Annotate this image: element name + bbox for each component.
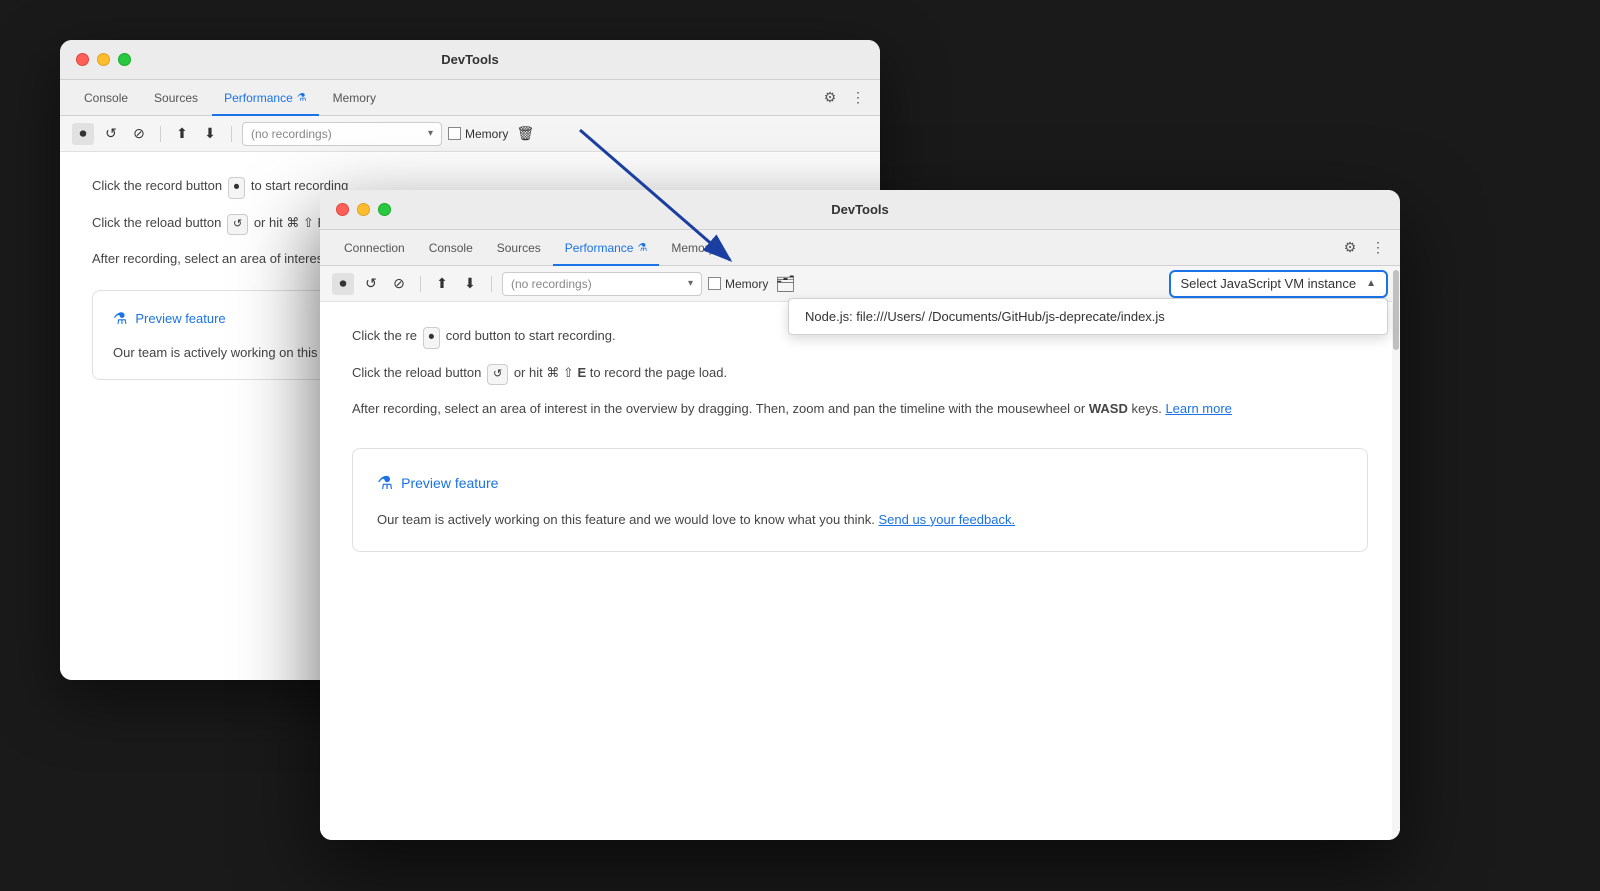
bg-recordings-dropdown[interactable]: (no recordings) ▾ <box>242 122 442 146</box>
fg-toolbar: ⏺ ↺ ⊘ ⬆ ⬇ (no recordings) ▾ Memory 🗂 Sel… <box>320 266 1400 302</box>
fg-titlebar: DevTools <box>320 190 1400 230</box>
fg-upload-button[interactable]: ⬆ <box>431 273 453 295</box>
bg-clear-button[interactable]: ⊘ <box>128 123 150 145</box>
fg-vm-dropdown-arrow: ▲ <box>1366 278 1376 289</box>
bg-separator-2 <box>231 126 232 142</box>
fg-para-3: After recording, select an area of inter… <box>352 399 1368 420</box>
bg-performance-icon: ⚗ <box>297 91 307 104</box>
fg-reload-kbd: ↺ <box>487 364 508 386</box>
fg-recordings-dropdown[interactable]: (no recordings) ▾ <box>502 272 702 296</box>
bg-maximize-button[interactable] <box>118 53 131 66</box>
fg-vm-dropdown-button[interactable]: Select JavaScript VM instance ▲ <box>1169 270 1388 298</box>
bg-toolbar: ⏺ ↺ ⊘ ⬆ ⬇ (no recordings) ▾ Memory 🗑 <box>60 116 880 152</box>
fg-tab-performance[interactable]: Performance ⚗ <box>553 230 660 266</box>
bg-traffic-lights <box>76 53 131 66</box>
fg-close-button[interactable] <box>336 203 349 216</box>
fg-clear-button[interactable]: ⊘ <box>388 273 410 295</box>
foreground-window: DevTools Connection Console Sources Perf… <box>320 190 1400 840</box>
bg-reload-button[interactable]: ↺ <box>100 123 122 145</box>
fg-record-button[interactable]: ⏺ <box>332 273 354 295</box>
bg-tab-memory[interactable]: Memory <box>321 80 388 116</box>
bg-tab-actions: ⚙ ⋮ <box>820 88 868 108</box>
bg-tabs: Console Sources Performance ⚗ Memory ⚙ ⋮ <box>60 80 880 116</box>
bg-tab-console[interactable]: Console <box>72 80 140 116</box>
bg-settings-icon[interactable]: ⚙ <box>820 88 840 108</box>
bg-upload-button[interactable]: ⬆ <box>171 123 193 145</box>
fg-download-button[interactable]: ⬇ <box>459 273 481 295</box>
bg-memory-label: Memory <box>465 127 508 141</box>
bg-more-icon[interactable]: ⋮ <box>848 88 868 108</box>
bg-memory-checkbox[interactable] <box>448 127 461 140</box>
fg-reload-button[interactable]: ↺ <box>360 273 382 295</box>
fg-tab-memory[interactable]: Memory <box>659 230 726 266</box>
fg-tab-actions: ⚙ ⋮ <box>1340 238 1388 258</box>
fg-preview-title: ⚗ Preview feature <box>377 469 1343 498</box>
bg-minimize-button[interactable] <box>97 53 110 66</box>
fg-vm-dropdown-list: Node.js: file:///Users/ /Documents/GitHu… <box>788 298 1388 335</box>
bg-record-button[interactable]: ⏺ <box>72 123 94 145</box>
fg-memory-checkbox[interactable] <box>708 277 721 290</box>
bg-tab-sources[interactable]: Sources <box>142 80 210 116</box>
fg-feedback-link[interactable]: Send us your feedback. <box>878 512 1015 527</box>
bg-flask-icon: ⚗ <box>113 307 127 333</box>
fg-settings-icon[interactable]: ⚙ <box>1340 238 1360 258</box>
fg-tabs: Connection Console Sources Performance ⚗… <box>320 230 1400 266</box>
bg-titlebar: DevTools <box>60 40 880 80</box>
fg-scrollbar[interactable] <box>1392 266 1400 840</box>
fg-preview-text: Our team is actively working on this fea… <box>377 510 1343 531</box>
fg-window-title: DevTools <box>831 202 889 217</box>
fg-memory-label: Memory <box>725 277 768 291</box>
fg-learn-more-link[interactable]: Learn more <box>1165 401 1231 416</box>
bg-reload-kbd: ↺ <box>227 214 248 236</box>
fg-separator-2 <box>491 276 492 292</box>
bg-close-button[interactable] <box>76 53 89 66</box>
fg-more-icon[interactable]: ⋮ <box>1368 238 1388 258</box>
bg-window-title: DevTools <box>441 52 499 67</box>
fg-maximize-button[interactable] <box>378 203 391 216</box>
fg-vm-instance-item[interactable]: Node.js: file:///Users/ /Documents/GitHu… <box>789 299 1387 334</box>
fg-heap-icon[interactable]: 🗂 <box>774 273 796 295</box>
bg-tab-performance[interactable]: Performance ⚗ <box>212 80 319 116</box>
fg-dropdown-arrow: ▾ <box>688 278 693 289</box>
fg-tab-console[interactable]: Console <box>417 230 485 266</box>
fg-traffic-lights <box>336 203 391 216</box>
fg-content: Click the re ⏺ cord button to start reco… <box>320 302 1400 840</box>
fg-memory-checkbox-group: Memory <box>708 277 768 291</box>
fg-flask-icon: ⚗ <box>377 469 393 498</box>
fg-tab-connection[interactable]: Connection <box>332 230 417 266</box>
fg-separator-1 <box>420 276 421 292</box>
fg-vm-dropdown-wrapper: Select JavaScript VM instance ▲ Node.js:… <box>1169 270 1388 298</box>
bg-download-button[interactable]: ⬇ <box>199 123 221 145</box>
fg-performance-icon: ⚗ <box>637 241 647 254</box>
bg-memory-checkbox-group: Memory <box>448 127 508 141</box>
bg-dropdown-arrow: ▾ <box>428 128 433 139</box>
fg-minimize-button[interactable] <box>357 203 370 216</box>
fg-record-kbd-inline: ⏺ <box>423 327 441 349</box>
fg-preview-card: ⚗ Preview feature Our team is actively w… <box>352 448 1368 552</box>
fg-para-2: Click the reload button ↺ or hit ⌘ ⇧ E t… <box>352 363 1368 386</box>
bg-delete-button[interactable]: 🗑 <box>514 123 536 145</box>
bg-record-kbd: ⏺ <box>228 177 246 199</box>
bg-separator-1 <box>160 126 161 142</box>
fg-tab-sources[interactable]: Sources <box>485 230 553 266</box>
fg-scroll-thumb[interactable] <box>1393 270 1399 350</box>
